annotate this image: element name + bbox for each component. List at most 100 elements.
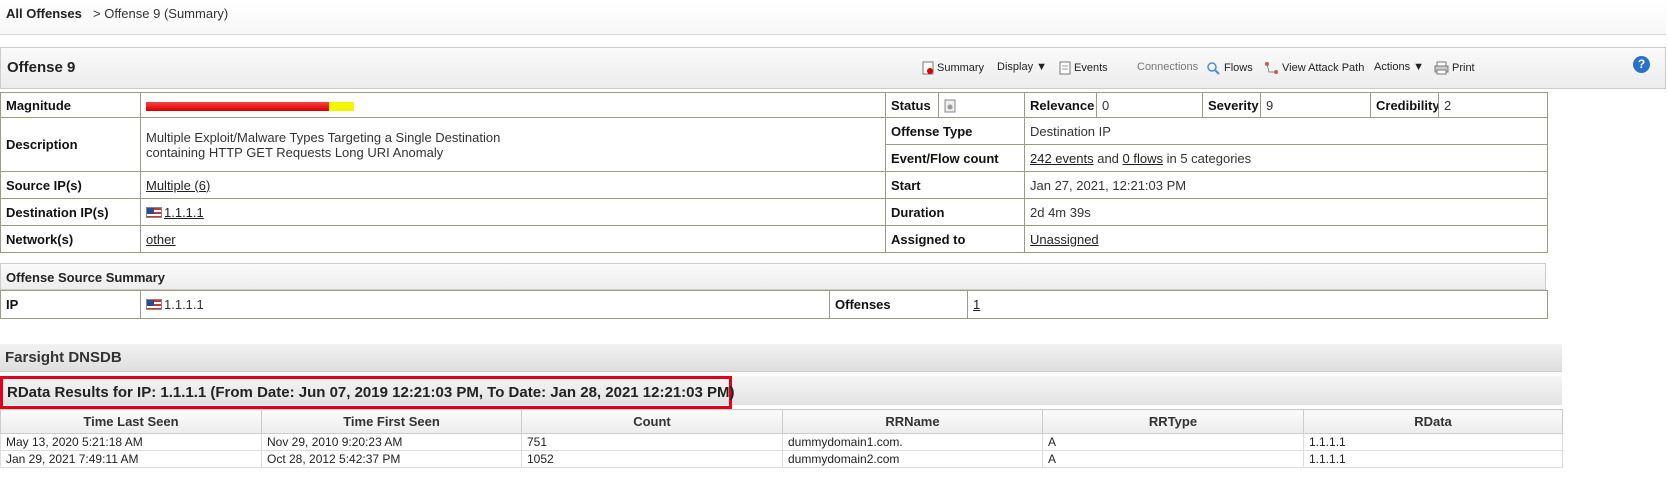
- page-title: Offense 9: [7, 59, 76, 76]
- magnifier-icon: [1206, 61, 1221, 75]
- event-flow-count-value: 242 events and 0 flows in 5 categories: [1024, 144, 1548, 172]
- breadcrumb-all-offenses[interactable]: All Offenses: [6, 6, 82, 21]
- flows-link[interactable]: 0 flows: [1123, 151, 1163, 166]
- offense-header: Offense 9 Summary Display ▼ Events Conne…: [0, 47, 1666, 89]
- table-cell: May 13, 2020 5:21:18 AM: [0, 433, 262, 451]
- duration-label: Duration: [885, 198, 1025, 226]
- status-label: Status: [885, 92, 939, 118]
- description-line-2: containing HTTP GET Requests Long URI An…: [146, 144, 444, 160]
- farsight-dnsdb-title: Farsight DNSDB: [5, 349, 122, 366]
- rdata-results-table: Time Last Seen Time First Seen Count RRName…: [0, 409, 1563, 468]
- printer-icon: [1434, 61, 1449, 75]
- offenses-link[interactable]: 1: [973, 297, 980, 312]
- table-row: May 13, 2020 5:21:18 AM Nov 29, 2010 9:20…: [0, 433, 1563, 451]
- offense-type-label: Offense Type: [885, 117, 1025, 145]
- assigned-to-link[interactable]: Unassigned: [1030, 232, 1099, 247]
- table-cell: 1.1.1.1: [1303, 433, 1563, 451]
- column-header[interactable]: RRType: [1042, 409, 1304, 434]
- events-link[interactable]: 242 events: [1030, 151, 1094, 166]
- networks-label: Network(s): [0, 225, 141, 253]
- source-ips-label: Source IP(s): [0, 171, 141, 199]
- table-cell: 1052: [521, 450, 783, 468]
- assigned-to-cell: Unassigned: [1024, 225, 1548, 253]
- print-label: Print: [1452, 61, 1475, 74]
- display-label: Display ▼: [997, 61, 1048, 73]
- categories-text: in 5 categories: [1163, 150, 1252, 166]
- rdata-results-title-box: RData Results for IP: 1.1.1.1 (From Date…: [0, 376, 735, 409]
- description-value: Multiple Exploit/Malware Types Targeting…: [140, 117, 886, 172]
- breadcrumb-current: > Offense 9 (Summary): [93, 6, 229, 21]
- help-icon[interactable]: ?: [1633, 56, 1650, 73]
- column-header[interactable]: Count: [521, 409, 783, 434]
- destination-ip-link[interactable]: 1.1.1.1: [164, 205, 204, 220]
- and-text: and: [1093, 150, 1123, 166]
- us-flag-icon: [146, 299, 162, 310]
- breadcrumb: All Offenses > Offense 9 (Summary): [0, 0, 1666, 35]
- magnitude-bar-red: [146, 101, 329, 111]
- table-cell: dummydomain1.com.: [782, 433, 1043, 451]
- events-label: Events: [1074, 61, 1108, 74]
- table-cell: Oct 28, 2012 5:42:37 PM: [261, 450, 522, 468]
- offense-type-value: Destination IP: [1024, 117, 1548, 145]
- start-label: Start: [885, 171, 1025, 199]
- farsight-dnsdb-header: Farsight DNSDB: [0, 344, 1562, 372]
- flows-button[interactable]: Flows: [1206, 61, 1253, 75]
- attack-path-icon: [1264, 61, 1279, 74]
- events-button[interactable]: Events: [1059, 61, 1108, 75]
- table-cell: Nov 29, 2010 9:20:23 AM: [261, 433, 522, 451]
- rdata-results-title: RData Results for IP: 1.1.1.1 (From Date…: [7, 384, 735, 401]
- print-button[interactable]: Print: [1434, 61, 1475, 75]
- rdata-table-header: Time Last Seen Time First Seen Count RRName…: [0, 409, 1563, 434]
- credibility-label: Credibility: [1370, 92, 1439, 118]
- view-attack-path-button[interactable]: View Attack Path: [1264, 61, 1364, 74]
- rdata-table-body: May 13, 2020 5:21:18 AM Nov 29, 2010 9:20…: [0, 433, 1563, 468]
- offense-source-summary-title: Offense Source Summary: [6, 270, 165, 285]
- duration-value: 2d 4m 39s: [1024, 198, 1548, 226]
- offense-source-summary-table: IP 1.1.1.1 Offenses 1: [0, 290, 1548, 319]
- magnitude-cell: [140, 92, 886, 118]
- actions-label: Actions ▼: [1374, 61, 1425, 73]
- severity-value: 9: [1260, 92, 1371, 118]
- event-flow-count-label: Event/Flow count: [885, 144, 1025, 172]
- events-icon: [1059, 61, 1071, 75]
- network-link[interactable]: other: [146, 232, 176, 247]
- source-ips-link[interactable]: Multiple (6): [146, 178, 210, 193]
- relevance-label: Relevance: [1024, 92, 1097, 118]
- table-cell: A: [1042, 450, 1304, 468]
- credibility-value: 2: [1438, 92, 1548, 118]
- display-menu[interactable]: Display ▼: [997, 61, 1047, 73]
- summary-button[interactable]: Summary: [922, 61, 985, 75]
- description-label: Description: [0, 117, 141, 172]
- start-value: Jan 27, 2021, 12:21:03 PM: [1024, 171, 1548, 199]
- summary-label: Summary: [937, 61, 985, 74]
- flows-label: Flows: [1224, 61, 1253, 74]
- source-ips-cell: Multiple (6): [140, 171, 886, 199]
- assigned-to-label: Assigned to: [885, 225, 1025, 253]
- connections-button[interactable]: Connections: [1137, 61, 1198, 73]
- table-cell: Jan 29, 2021 7:49:11 AM: [0, 450, 262, 468]
- offenses-label: Offenses: [829, 290, 968, 319]
- source-ip-cell: 1.1.1.1: [140, 290, 830, 319]
- magnitude-bar: [146, 101, 354, 111]
- offense-source-summary-header: Offense Source Summary: [0, 263, 1546, 290]
- magnitude-bar-yellow: [329, 101, 354, 111]
- severity-label: Severity: [1202, 92, 1261, 118]
- description-line-1: Multiple Exploit/Malware Types Targeting…: [146, 129, 501, 145]
- table-cell: 1.1.1.1: [1303, 450, 1563, 468]
- offense-details-table: Magnitude Status Relevance 0 Severity 9 …: [0, 92, 1548, 253]
- destination-ips-cell: 1.1.1.1: [140, 198, 886, 226]
- connections-label: Connections: [1137, 61, 1199, 73]
- summary-icon: [922, 61, 934, 75]
- source-ip-value: 1.1.1.1: [164, 297, 204, 312]
- column-header[interactable]: Time Last Seen: [0, 409, 262, 434]
- networks-cell: other: [140, 225, 886, 253]
- column-header[interactable]: RRName: [782, 409, 1043, 434]
- actions-menu[interactable]: Actions ▼: [1374, 61, 1424, 73]
- column-header[interactable]: RData: [1303, 409, 1563, 434]
- table-row: Jan 29, 2021 7:49:11 AM Oct 28, 2012 5:42…: [0, 450, 1563, 468]
- relevance-value: 0: [1096, 92, 1203, 118]
- source-ip-label: IP: [0, 290, 141, 319]
- destination-ips-label: Destination IP(s): [0, 198, 141, 226]
- column-header[interactable]: Time First Seen: [261, 409, 522, 434]
- status-icon: [944, 97, 956, 113]
